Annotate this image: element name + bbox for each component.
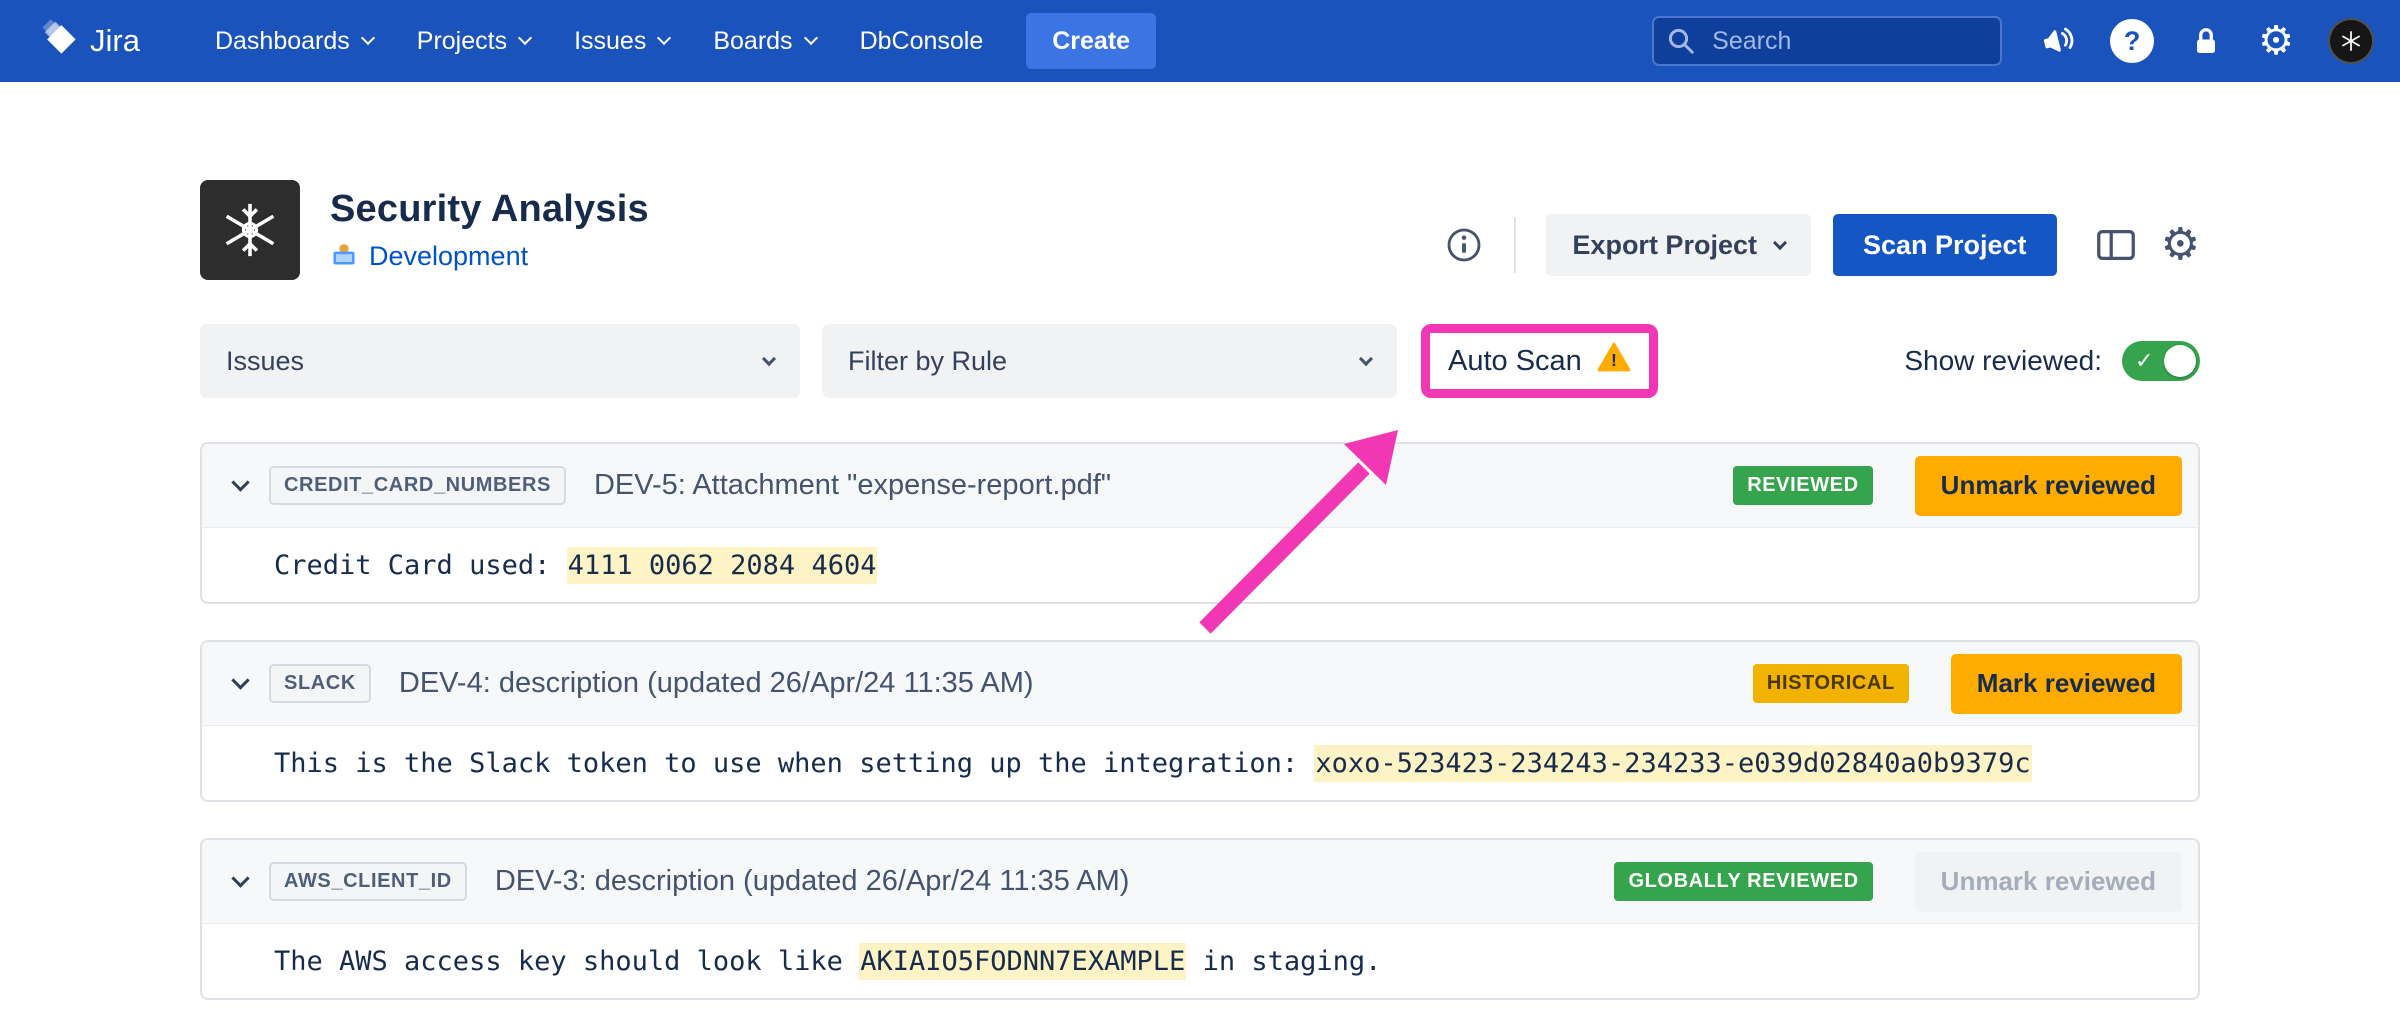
search-input[interactable] [1652, 16, 2002, 66]
finding-snippet: Credit Card used: 4111 0062 2084 4604 [202, 528, 2198, 602]
nav-item-label: DbConsole [860, 27, 984, 56]
rule-badge: SLACK [269, 664, 371, 703]
finding-snippet: The AWS access key should look like AKIA… [202, 924, 2198, 998]
issues-dropdown[interactable]: Issues [200, 324, 800, 398]
search-icon [1666, 26, 1696, 61]
filter-bar: Issues Filter by Rule Auto Scan ! Show r… [200, 324, 2200, 398]
question-mark-glyph: ? [2124, 26, 2141, 57]
review-action-button[interactable]: Unmark reviewed [1915, 852, 2182, 912]
auto-scan-label: Auto Scan [1448, 345, 1582, 378]
primary-nav: Dashboards Projects Issues Boards DbCons… [198, 13, 1000, 70]
collapse-chevron-icon[interactable] [231, 473, 249, 491]
chevron-down-icon [1359, 352, 1373, 366]
settings-icon[interactable]: ⚙ [2258, 21, 2294, 61]
nav-item-dashboards[interactable]: Dashboards [198, 13, 390, 70]
brand-label: Jira [90, 23, 140, 59]
chevron-down-icon [803, 30, 817, 44]
nav-item-label: Dashboards [215, 27, 350, 56]
rule-dropdown-value: Filter by Rule [848, 346, 1007, 377]
collapse-chevron-icon[interactable] [231, 869, 249, 887]
collapse-chevron-icon[interactable] [231, 671, 249, 689]
finding-card-dev5: CREDIT_CARD_NUMBERS DEV-5: Attachment "e… [200, 442, 2200, 604]
chevron-down-icon [657, 30, 671, 44]
show-reviewed-label: Show reviewed: [1904, 345, 2102, 377]
nav-item-label: Projects [417, 27, 507, 56]
finding-snippet: This is the Slack token to use when sett… [202, 726, 2198, 800]
nav-item-label: Boards [713, 27, 792, 56]
divider [1514, 217, 1516, 273]
nav-item-issues[interactable]: Issues [557, 13, 686, 70]
warning-icon: ! [1597, 342, 1631, 380]
rule-badge: AWS_CLIENT_ID [269, 862, 467, 901]
project-header: Security Analysis Development [200, 180, 2200, 280]
chevron-down-icon [762, 352, 776, 366]
page-title: Security Analysis [330, 188, 649, 231]
auto-scan-annotated[interactable]: Auto Scan ! [1421, 324, 1658, 398]
info-icon[interactable] [1444, 225, 1484, 265]
export-label: Export Project [1572, 230, 1757, 261]
help-icon[interactable]: ? [2110, 19, 2154, 63]
finding-card-dev4: SLACK DEV-4: description (updated 26/Apr… [200, 640, 2200, 802]
show-reviewed-toggle[interactable]: ✓ [2122, 341, 2200, 381]
finding-card-dev3: AWS_CLIENT_ID DEV-3: description (update… [200, 838, 2200, 1000]
nav-item-dbconsole[interactable]: DbConsole [843, 13, 1001, 70]
check-icon: ✓ [2135, 348, 2153, 374]
finding-title: DEV-5: Attachment "expense-report.pdf" [594, 469, 1111, 502]
status-badge: HISTORICAL [1753, 664, 1909, 703]
project-avatar [200, 180, 300, 280]
rule-badge: CREDIT_CARD_NUMBERS [269, 466, 566, 505]
scan-project-button[interactable]: Scan Project [1833, 214, 2057, 276]
snippet-text: in staging. [1186, 946, 1381, 977]
svg-text:!: ! [1611, 350, 1617, 370]
user-avatar[interactable] [2328, 18, 2374, 64]
status-badge: REVIEWED [1733, 466, 1872, 505]
secret-highlight: xoxo-523423-234243-234233-e039d02840a0b9… [1314, 745, 2031, 782]
finding-title: DEV-3: description (updated 26/Apr/24 11… [495, 865, 1130, 898]
project-link[interactable]: Development [369, 241, 528, 272]
jira-mark-icon [40, 18, 78, 64]
secret-highlight: 4111 0062 2084 4604 [567, 547, 878, 584]
project-type-icon [330, 240, 358, 273]
findings-list: CREDIT_CARD_NUMBERS DEV-5: Attachment "e… [200, 442, 2200, 1000]
export-project-button[interactable]: Export Project [1546, 214, 1811, 276]
lock-icon[interactable] [2188, 23, 2224, 59]
chevron-down-icon [518, 30, 532, 44]
snippet-text: Credit Card used: [274, 550, 567, 581]
board-layout-icon[interactable] [2093, 222, 2139, 268]
global-search [1652, 16, 2002, 66]
issues-dropdown-value: Issues [226, 346, 304, 377]
chevron-down-icon [1773, 236, 1787, 250]
review-action-button[interactable]: Unmark reviewed [1915, 456, 2182, 516]
finding-title: DEV-4: description (updated 26/Apr/24 11… [399, 667, 1034, 700]
toggle-knob [2164, 345, 2196, 377]
nav-item-boards[interactable]: Boards [696, 13, 832, 70]
review-action-button[interactable]: Mark reviewed [1951, 654, 2182, 714]
snippet-text: This is the Slack token to use when sett… [274, 748, 1314, 779]
nav-item-projects[interactable]: Projects [400, 13, 547, 70]
snippet-text: The AWS access key should look like [274, 946, 859, 977]
secret-highlight: AKIAIO5FODNN7EXAMPLE [859, 943, 1186, 980]
announcements-icon[interactable] [2038, 22, 2076, 60]
project-settings-icon[interactable]: ⚙ [2161, 223, 2200, 267]
nav-item-label: Issues [574, 27, 646, 56]
filter-by-rule-dropdown[interactable]: Filter by Rule [822, 324, 1397, 398]
create-button[interactable]: Create [1026, 13, 1156, 69]
top-nav: Jira Dashboards Projects Issues Boards D… [0, 0, 2400, 82]
chevron-down-icon [361, 30, 375, 44]
status-badge: GLOBALLY REVIEWED [1614, 862, 1872, 901]
jira-logo[interactable]: Jira [40, 18, 140, 64]
